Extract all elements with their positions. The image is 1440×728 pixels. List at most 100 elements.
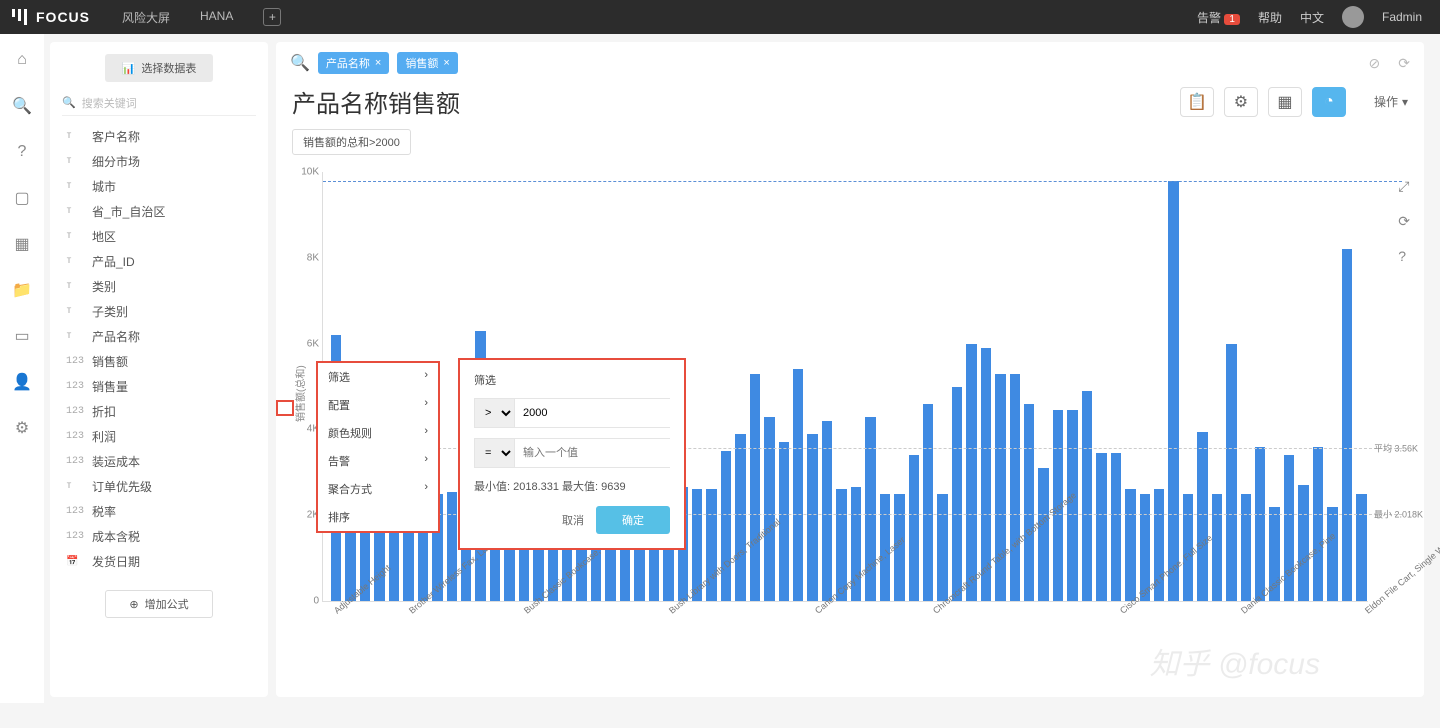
close-icon[interactable]: × <box>443 57 449 69</box>
operator-select-1[interactable]: > <box>475 399 515 427</box>
table-icon[interactable]: ▦ <box>12 234 32 254</box>
filter-popup: 筛选 > = 最小值: 2018.331 最大值: 9639 取消 确定 <box>458 358 686 550</box>
home-icon[interactable]: ⌂ <box>12 50 32 70</box>
field-item[interactable]: 123成本含税 <box>50 524 268 549</box>
add-formula-button[interactable]: ⊕ 增加公式 <box>105 590 213 618</box>
field-item[interactable]: ᴛ子类别 <box>50 299 268 324</box>
field-item[interactable]: 📅发货日期 <box>50 549 268 574</box>
alert-link[interactable]: 告警 1 <box>1197 9 1240 26</box>
help-link[interactable]: 帮助 <box>1258 9 1282 26</box>
bookmark-icon[interactable]: ▭ <box>12 326 32 346</box>
menu-item[interactable]: 聚合方式› <box>318 475 438 503</box>
folder-icon[interactable]: 📁 <box>12 280 32 300</box>
select-datasource-button[interactable]: 📊 选择数据表 <box>105 54 213 82</box>
type-icon: 123 <box>66 406 82 417</box>
type-icon: 123 <box>66 456 82 467</box>
highlight-marker <box>276 400 294 416</box>
ok-button[interactable]: 确定 <box>596 506 670 534</box>
tab-hana[interactable]: HANA <box>200 9 233 26</box>
filter-row-2: = <box>474 438 670 468</box>
chevron-down-icon: ▾ <box>1402 95 1408 109</box>
expand-icon[interactable]: ⤢ <box>1398 178 1410 195</box>
logo: FOCUS <box>0 9 102 25</box>
y-tick: 6K <box>307 338 319 349</box>
field-item[interactable]: 123利润 <box>50 424 268 449</box>
menu-item[interactable]: 排序 <box>318 503 438 531</box>
grid-icon[interactable]: ▦ <box>1268 87 1302 117</box>
field-item[interactable]: ᴛ类别 <box>50 274 268 299</box>
avg-label: 平均 3.56K <box>1374 442 1418 455</box>
field-item[interactable]: 123销售量 <box>50 374 268 399</box>
bar[interactable] <box>952 387 962 602</box>
refresh-icon[interactable]: ⟳ <box>1398 55 1410 72</box>
field-label: 省_市_自治区 <box>92 203 165 220</box>
type-icon: ᴛ <box>66 206 82 217</box>
field-item[interactable]: 123装运成本 <box>50 449 268 474</box>
operator-select-2[interactable]: = <box>475 439 515 467</box>
type-icon: ᴛ <box>66 156 82 167</box>
field-item[interactable]: ᴛ城市 <box>50 174 268 199</box>
help-icon[interactable]: ? <box>12 142 32 162</box>
field-item[interactable]: 123折扣 <box>50 399 268 424</box>
query-search-icon[interactable]: 🔍 <box>290 53 310 73</box>
query-right-icons: ⊘ ⟳ <box>1369 55 1410 72</box>
field-item[interactable]: ᴛ 省_市_自治区 <box>50 199 268 224</box>
field-label: 产品名称 <box>92 328 140 345</box>
field-label: 成本含税 <box>92 528 140 545</box>
filter-chip[interactable]: 销售额的总和>2000 <box>292 129 411 155</box>
pill-sales[interactable]: 销售额× <box>397 52 457 74</box>
filter-row-1: > <box>474 398 670 428</box>
avatar[interactable] <box>1342 6 1364 28</box>
field-item[interactable]: 123税率 <box>50 499 268 524</box>
field-item[interactable]: ᴛ细分市场 <box>50 149 268 174</box>
type-icon: 123 <box>66 506 82 517</box>
field-label: 订单优先级 <box>92 478 152 495</box>
field-item[interactable]: ᴛ地区 <box>50 224 268 249</box>
add-tab-button[interactable]: + <box>263 8 281 26</box>
clear-icon[interactable]: ⊘ <box>1369 55 1381 72</box>
chart-side-icons: ⤢ ⟳ ? <box>1398 178 1410 264</box>
field-item[interactable]: ᴛ产品_ID <box>50 249 268 274</box>
ops-dropdown[interactable]: 操作▾ <box>1374 93 1408 110</box>
field-label: 利润 <box>92 428 116 445</box>
menu-item[interactable]: 筛选› <box>318 363 438 391</box>
alert-badge: 1 <box>1224 14 1240 25</box>
type-icon: ᴛ <box>66 256 82 267</box>
popup-buttons: 取消 确定 <box>474 506 670 534</box>
refresh-icon[interactable]: ⟳ <box>1398 213 1410 230</box>
y-tick: 10K <box>301 167 319 178</box>
main-card: 🔍 产品名称× 销售额× ⊘ ⟳ 产品名称销售额 📋 ⚙ ▦ ◔ 操作▾ 销售额… <box>276 42 1424 697</box>
gear-icon[interactable]: ⚙ <box>12 418 32 438</box>
type-icon: ᴛ <box>66 231 82 242</box>
close-icon[interactable]: × <box>375 57 381 69</box>
bar[interactable] <box>966 344 976 601</box>
cancel-button[interactable]: 取消 <box>562 512 584 528</box>
dashboard-icon[interactable]: ▢ <box>12 188 32 208</box>
field-item[interactable]: ᴛ产品名称 <box>50 324 268 349</box>
field-search[interactable]: 🔍 搜索关键词 <box>62 90 256 116</box>
menu-item[interactable]: 颜色规则› <box>318 419 438 447</box>
field-label: 销售量 <box>92 378 128 395</box>
value-input-1[interactable] <box>515 399 673 427</box>
clipboard-icon[interactable]: 📋 <box>1180 87 1214 117</box>
type-icon: ᴛ <box>66 181 82 192</box>
field-item[interactable]: 123销售额 <box>50 349 268 374</box>
x-tick: Eldon File Cart, Single Width <box>1363 534 1440 700</box>
chevron-right-icon: › <box>424 369 428 385</box>
menu-item[interactable]: 配置› <box>318 391 438 419</box>
user-icon[interactable]: 👤 <box>12 372 32 392</box>
field-item[interactable]: ᴛ客户名称 <box>50 124 268 149</box>
field-label: 销售额 <box>92 353 128 370</box>
pill-product[interactable]: 产品名称× <box>318 52 389 74</box>
value-input-2[interactable] <box>515 439 673 467</box>
help-icon[interactable]: ? <box>1398 248 1410 264</box>
lang-toggle[interactable]: 中文 <box>1300 9 1324 26</box>
tab-risk[interactable]: 风险大屏 <box>122 9 170 26</box>
bar[interactable] <box>1255 447 1265 601</box>
search-icon[interactable]: 🔍 <box>12 96 32 116</box>
chart-view-icon[interactable]: ◔ <box>1312 87 1346 117</box>
field-item[interactable]: ᴛ订单优先级 <box>50 474 268 499</box>
menu-item[interactable]: 告警› <box>318 447 438 475</box>
gear-icon[interactable]: ⚙ <box>1224 87 1258 117</box>
bar[interactable] <box>1168 181 1178 601</box>
